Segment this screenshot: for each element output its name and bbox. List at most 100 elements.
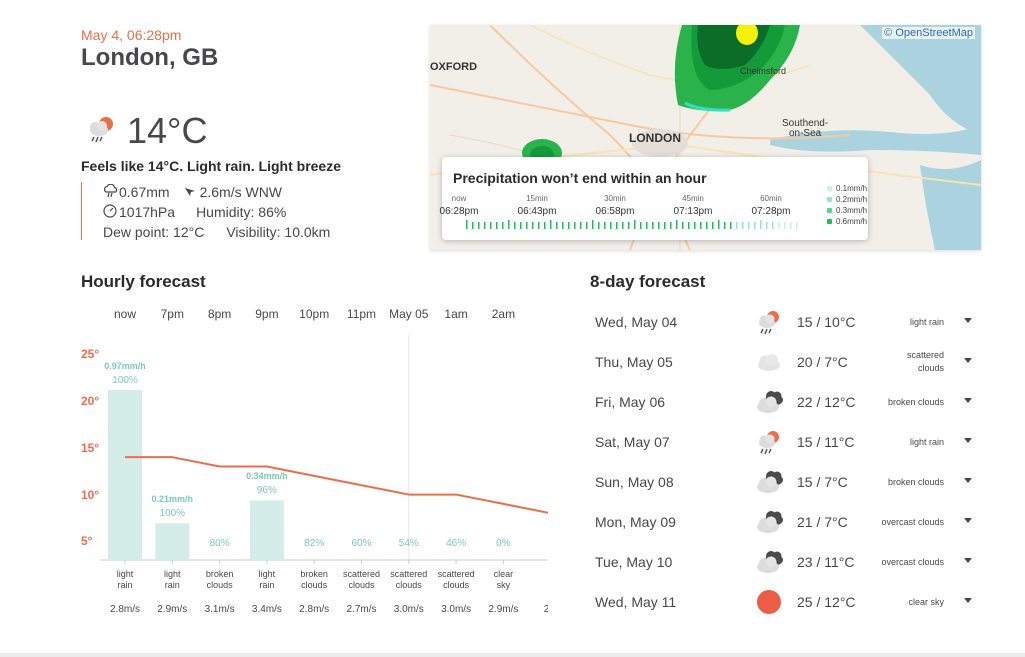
precip-rate-label: 0.97mm/h: [104, 361, 146, 371]
precip-minute-bar: [616, 222, 618, 229]
chevron-down-icon[interactable]: [964, 558, 972, 563]
legend-swatch: [827, 197, 832, 202]
chevron-down-icon[interactable]: [964, 438, 972, 443]
chevron-down-icon[interactable]: [964, 518, 972, 523]
precip-minute-bar: [592, 220, 594, 229]
legend-label: 0.6mm/h: [836, 217, 868, 226]
daily-forecast-row[interactable]: Fri, May 06 22 / 12°C broken clouds: [590, 382, 982, 422]
legend-swatch: [827, 186, 832, 191]
light-rain-icon: [754, 428, 784, 461]
precip-minute-bar: [760, 220, 762, 229]
precip-minute-bar: [628, 222, 630, 229]
hour-condition-line: cl: [529, 569, 548, 580]
precip-minute-bar: [586, 222, 588, 229]
day-name: Sat, May 07: [595, 434, 670, 450]
chevron-down-icon[interactable]: [964, 478, 972, 483]
precip-minute-bar: [778, 222, 780, 229]
precip-probability-label: 60%: [351, 538, 372, 549]
precip-probability-label: 46%: [446, 538, 467, 549]
day-name: Thu, May 05: [595, 354, 673, 370]
hour-condition-line: light: [116, 569, 134, 579]
precip-minute-bar: [604, 222, 606, 229]
precip-point-label: 30min: [604, 194, 626, 203]
day-condition-line: clear sky: [908, 597, 944, 607]
precip-minute-bar: [766, 222, 768, 229]
hour-wind: 2.7: [543, 604, 548, 615]
precip-rate-label: 0.21mm/h: [151, 494, 194, 505]
precip-minute-bar: [712, 222, 714, 229]
daily-forecast-row[interactable]: Wed, May 04 15 / 10°C light rain: [590, 302, 982, 342]
hour-wind: 3.0m/s: [393, 604, 424, 615]
precip-probability-label: 54%: [398, 538, 419, 549]
precip-legend-item: 0.6mm/h: [827, 216, 867, 227]
day-condition-line: light rain: [909, 437, 944, 447]
precip-minute-bar: [634, 220, 636, 229]
day-condition: overcast clouds: [852, 556, 944, 569]
hour-condition-line: clear: [493, 569, 514, 579]
precip-minute-bar: [670, 222, 672, 229]
daily-forecast-title: 8-day forecast: [590, 272, 706, 291]
daily-forecast-row[interactable]: Mon, May 09 21 / 7°C overcast clouds: [590, 502, 982, 542]
hour-condition-line: scattered: [437, 569, 475, 579]
day-name: Sun, May 08: [595, 474, 674, 490]
precip-minute-bar: [736, 222, 738, 229]
precip-point-time: 07:13pm: [673, 206, 713, 217]
hour-condition-line: clouds: [301, 580, 328, 590]
daily-forecast-row[interactable]: Wed, May 11 25 / 12°C clear sky: [590, 582, 982, 622]
precip-legend-item: 0.3mm/h: [827, 205, 867, 216]
hour-wind: 2.9m/s: [488, 604, 519, 615]
chevron-down-icon[interactable]: [964, 398, 972, 403]
precip-minute-bar: [610, 222, 612, 229]
hour-condition-line: clouds: [206, 580, 233, 590]
precip-minute-bar: [676, 220, 678, 229]
legend-swatch: [827, 208, 832, 213]
daily-forecast-row[interactable]: Sat, May 07 15 / 11°C light rain: [590, 422, 982, 462]
page-bottom-divider: [0, 653, 1025, 657]
hour-condition: light rain: [150, 569, 194, 591]
broken-clouds-icon: [754, 508, 788, 541]
precip-minute-bar: [574, 222, 576, 229]
hour-wind: 3.1m/s: [204, 604, 235, 615]
daily-forecast-row[interactable]: Thu, May 05 20 / 7°C scattered clouds: [590, 342, 982, 382]
hour-condition: broken clouds: [292, 569, 336, 591]
day-condition-line: overcast clouds: [881, 557, 944, 567]
day-name: Mon, May 09: [595, 514, 676, 530]
day-condition: broken clouds: [852, 476, 944, 489]
day-temperature: 15 / 11°C: [797, 434, 855, 450]
precip-probability-label: 100%: [159, 508, 186, 520]
day-condition: clear sky: [852, 596, 944, 609]
precip-minute-bar: [682, 222, 684, 229]
hour-condition-line: clouds: [395, 580, 422, 590]
day-temperature: 21 / 7°C: [797, 514, 848, 530]
hour-wind: 3.4m/s: [251, 604, 282, 615]
hour-wind: 3.0m/s: [441, 604, 472, 615]
precip-minute-bar: [724, 222, 726, 229]
chevron-down-icon[interactable]: [964, 598, 972, 603]
precipitation-legend: 0.1mm/h 0.2mm/h 0.3mm/h 0.6mm/h: [827, 183, 867, 227]
precip-minute-bar: [658, 222, 660, 229]
map-attribution-link[interactable]: © OpenStreetMap: [882, 27, 975, 39]
legend-swatch: [827, 219, 832, 224]
hourly-forecast[interactable]: now7pm8pm9pm10pm11pmMay 051am2am325°20°1…: [0, 0, 548, 657]
precip-minute-bar: [580, 222, 582, 229]
precip-minute-bar: [622, 222, 624, 229]
daily-forecast-row[interactable]: Tue, May 10 23 / 11°C overcast clouds: [590, 542, 982, 582]
chevron-down-icon[interactable]: [964, 358, 972, 363]
precip-bar: [155, 523, 190, 560]
chevron-down-icon[interactable]: [964, 318, 972, 323]
hour-condition: light rain: [103, 569, 147, 591]
hour-condition-line: sky: [496, 580, 511, 590]
precip-minute-bar: [730, 222, 732, 229]
precip-minute-bar: [706, 222, 708, 229]
daily-forecast-row[interactable]: Sun, May 08 15 / 7°C broken clouds: [590, 462, 982, 502]
precip-minute-bar: [664, 222, 666, 229]
hour-condition-line: rain: [117, 580, 133, 590]
broken-clouds-icon: [754, 548, 788, 581]
hour-condition-line: rain: [164, 580, 180, 590]
precip-minute-bar: [652, 222, 654, 229]
precip-minute-bar: [646, 222, 648, 229]
day-condition: light rain: [852, 436, 944, 449]
hour-condition-line: broken: [205, 569, 234, 579]
precip-minute-bar: [790, 222, 792, 229]
day-temperature: 23 / 11°C: [797, 554, 855, 570]
